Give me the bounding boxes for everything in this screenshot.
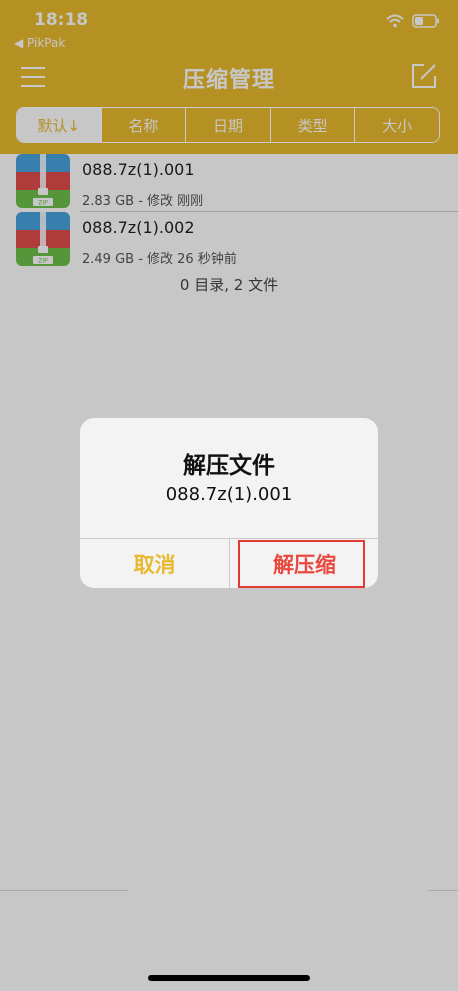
extract-button-highlight bbox=[238, 540, 365, 588]
app-screen: 18:18 ◀ PikPak 压缩管理 默认↓ 名称 日期 类型 大小 ZIP … bbox=[0, 0, 458, 991]
alert-message: 088.7z(1).001 bbox=[165, 484, 293, 505]
cancel-button[interactable]: 取消 bbox=[80, 539, 229, 588]
home-indicator[interactable] bbox=[148, 975, 310, 981]
alert-title: 解压文件 bbox=[183, 453, 275, 479]
